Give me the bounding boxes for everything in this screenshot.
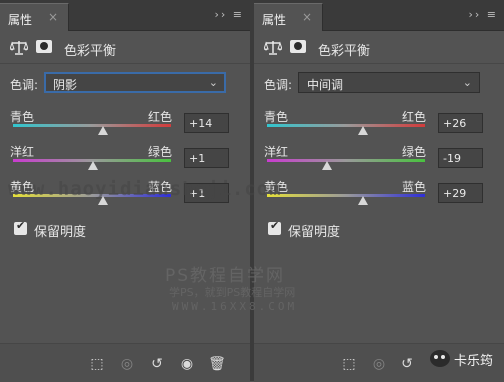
slider-magenta-label: 洋红	[10, 145, 35, 159]
view-previous-icon[interactable]: ◎	[118, 355, 136, 373]
cyan-red-slider-thumb[interactable]	[98, 126, 108, 135]
adjustment-header: 色彩平衡	[254, 31, 504, 64]
trash-icon[interactable]: 🗑	[208, 355, 226, 373]
visibility-eye-icon[interactable]: ◉	[178, 355, 196, 373]
preserve-luminosity-checkbox[interactable]: ✔	[14, 219, 27, 235]
tab-properties[interactable]: 属性 ×	[0, 3, 69, 31]
magenta-green-value-field[interactable]: +1	[184, 148, 229, 168]
adjustment-title: 色彩平衡	[64, 44, 117, 59]
reset-icon[interactable]: ↺	[398, 355, 416, 373]
properties-panel-left: 属性 × ›› ≡ 色彩平衡 色调: 阴影 ⌄ 青色 红色 +14 洋红 绿色 …	[0, 0, 250, 382]
cyan-red-value: +26	[443, 117, 467, 130]
slider-green-label: 绿色	[148, 145, 173, 159]
slider-yellow-label: 黄色	[10, 180, 35, 194]
slider-red-label: 红色	[402, 110, 427, 124]
preserve-luminosity-label: 保留明度	[34, 225, 87, 240]
cyan-red-value-field[interactable]: +14	[184, 113, 229, 133]
tone-dropdown[interactable]: 阴影 ⌄	[44, 72, 226, 93]
panel-menu-icon[interactable]: ›› ≡	[214, 8, 244, 21]
magenta-green-value: +1	[189, 152, 206, 165]
balance-scale-icon	[264, 41, 282, 55]
balance-scale-icon	[10, 41, 28, 55]
panel-tabbar: 属性 × ›› ≡	[254, 0, 504, 31]
reset-icon[interactable]: ↺	[148, 355, 166, 373]
slider-cyan-label: 青色	[264, 110, 289, 124]
adjustment-title: 色彩平衡	[318, 44, 371, 59]
cyan-red-slider-track[interactable]	[267, 124, 425, 127]
cyan-red-value-field[interactable]: +26	[438, 113, 483, 133]
clip-to-layer-icon[interactable]: ⬚	[88, 355, 106, 373]
magenta-green-value-field[interactable]: -19	[438, 148, 483, 168]
yellow-blue-slider-track[interactable]	[267, 194, 425, 197]
preserve-luminosity-checkbox[interactable]: ✔	[268, 219, 281, 235]
adjustment-header: 色彩平衡	[0, 31, 250, 64]
author-badge: 卡乐筠	[430, 348, 500, 372]
tone-label: 色调:	[264, 78, 293, 92]
yellow-blue-slider-thumb[interactable]	[98, 196, 108, 205]
panel-tabbar: 属性 × ›› ≡	[0, 0, 250, 31]
properties-panel-right: 属性 × ›› ≡ 色彩平衡 色调: 中间调 ⌄ 青色 红色 +26 洋红 绿色…	[254, 0, 504, 382]
slider-blue-label: 蓝色	[402, 180, 427, 194]
slider-red-label: 红色	[148, 110, 173, 124]
tab-properties-label: 属性	[262, 13, 287, 27]
preserve-luminosity-label: 保留明度	[288, 225, 341, 240]
panel-footer: ⬚ ◎ ↺ ◉ 🗑	[0, 343, 250, 382]
checkmark-icon: ✔	[270, 219, 280, 232]
tone-label: 色调:	[10, 78, 39, 92]
layer-mask-icon[interactable]	[36, 40, 52, 53]
tone-value: 中间调	[307, 78, 344, 92]
cyan-red-value: +14	[189, 117, 213, 130]
tab-properties-label: 属性	[8, 13, 33, 27]
slider-green-label: 绿色	[402, 145, 427, 159]
clip-to-layer-icon[interactable]: ⬚	[340, 355, 358, 373]
yellow-blue-value-field[interactable]: +1	[184, 183, 229, 203]
panel-menu-icon[interactable]: ›› ≡	[468, 8, 498, 21]
tone-dropdown[interactable]: 中间调 ⌄	[298, 72, 480, 93]
yellow-blue-slider-thumb[interactable]	[358, 196, 368, 205]
yellow-blue-slider-track[interactable]	[13, 194, 171, 197]
slider-yellow-label: 黄色	[264, 180, 289, 194]
magenta-green-slider-thumb[interactable]	[322, 161, 332, 170]
close-icon[interactable]: ×	[48, 10, 58, 24]
magenta-green-value: -19	[443, 152, 461, 165]
slider-cyan-label: 青色	[10, 110, 35, 124]
author-name: 卡乐筠	[454, 354, 494, 369]
tone-value: 阴影	[53, 78, 78, 92]
cyan-red-slider-thumb[interactable]	[358, 126, 368, 135]
magenta-green-slider-thumb[interactable]	[88, 161, 98, 170]
yellow-blue-value: +29	[443, 187, 467, 200]
checkmark-icon: ✔	[16, 219, 26, 232]
yellow-blue-value: +1	[189, 187, 206, 200]
view-previous-icon[interactable]: ◎	[370, 355, 388, 373]
tab-properties[interactable]: 属性 ×	[254, 3, 323, 31]
magenta-green-slider-track[interactable]	[267, 159, 425, 162]
chevron-down-icon: ⌄	[462, 76, 472, 89]
close-icon[interactable]: ×	[302, 10, 312, 24]
cyan-red-slider-track[interactable]	[13, 124, 171, 127]
chevron-down-icon: ⌄	[208, 76, 218, 89]
wechat-icon	[430, 350, 450, 367]
slider-magenta-label: 洋红	[264, 145, 289, 159]
layer-mask-icon[interactable]	[290, 40, 306, 53]
yellow-blue-value-field[interactable]: +29	[438, 183, 483, 203]
slider-blue-label: 蓝色	[148, 180, 173, 194]
